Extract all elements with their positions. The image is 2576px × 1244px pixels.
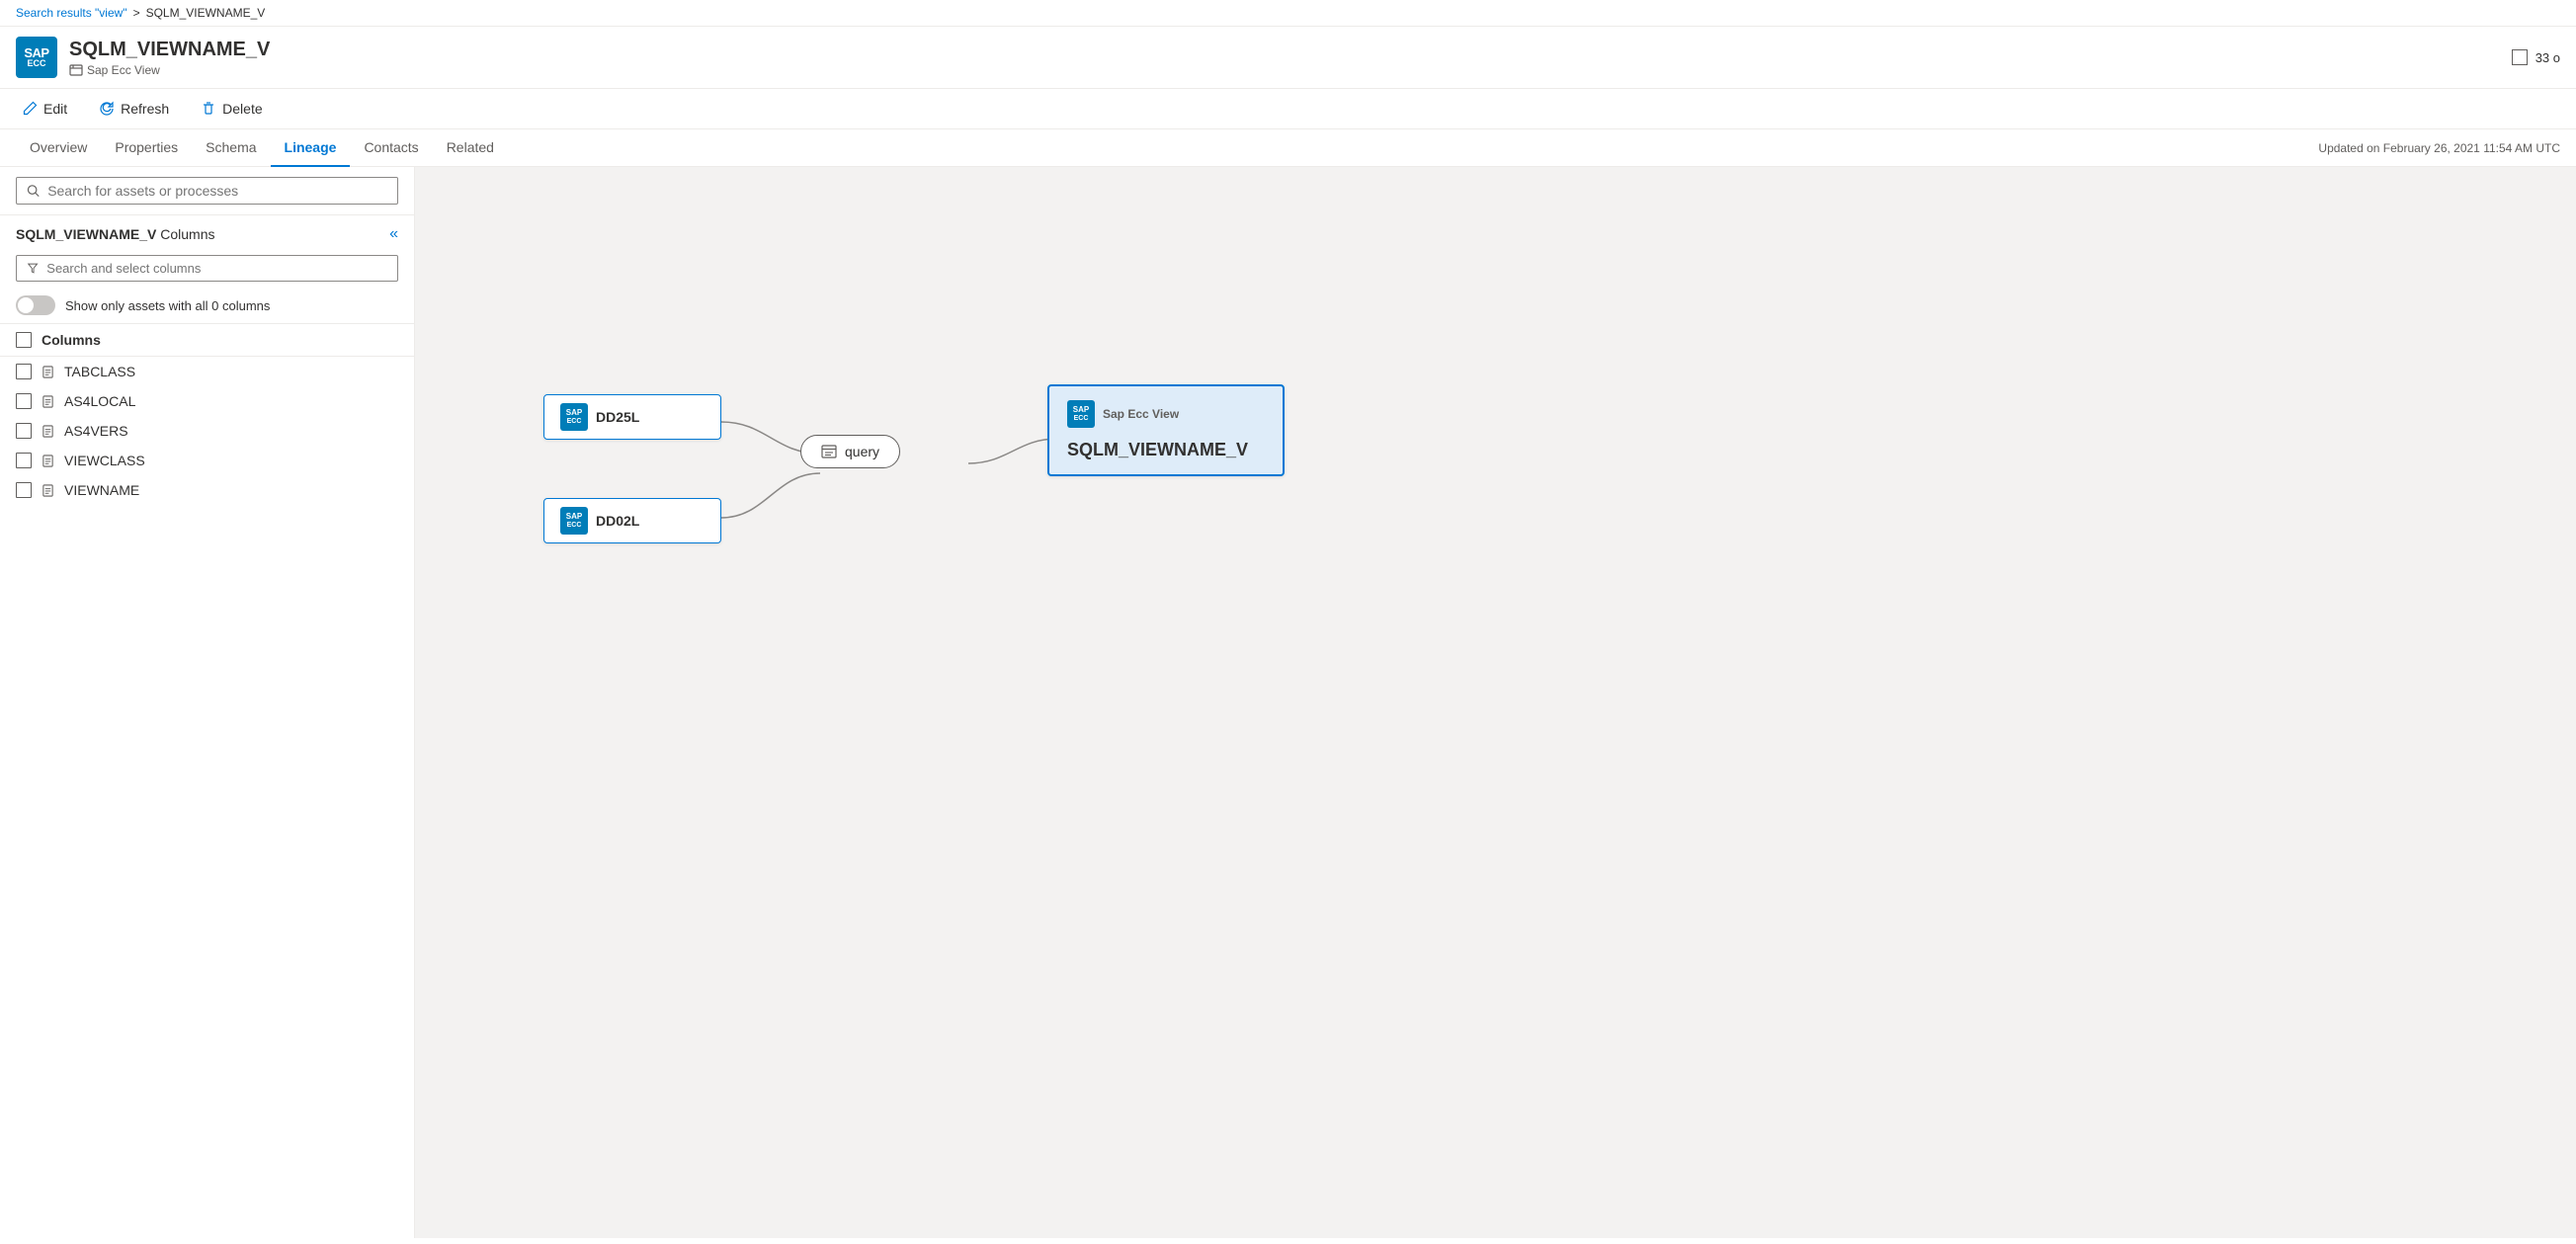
col-name-as4local: AS4LOCAL [64, 393, 135, 409]
edit-label: Edit [43, 101, 67, 117]
tabs-bar: Overview Properties Schema Lineage Conta… [0, 129, 2576, 167]
col-checkbox-as4local[interactable] [16, 393, 32, 409]
col-items-container: TABCLASS AS4LOCAL AS4VERS [0, 357, 414, 505]
tab-lineage[interactable]: Lineage [271, 129, 351, 167]
asset-title: SQLM_VIEWNAME_V [69, 39, 2500, 61]
delete-label: Delete [222, 101, 262, 117]
delete-icon [201, 101, 216, 117]
view-icon [69, 63, 83, 77]
breadcrumb-link[interactable]: Search results "view" [16, 6, 127, 20]
col-search-input[interactable] [46, 261, 387, 276]
node-dd25l[interactable]: SAP ECC DD25L [543, 394, 721, 440]
breadcrumb: Search results "view" > SQLM_VIEWNAME_V [0, 0, 2576, 27]
tab-properties[interactable]: Properties [101, 129, 192, 167]
col-item-viewclass[interactable]: VIEWCLASS [0, 446, 414, 475]
columns-select-all-checkbox[interactable] [16, 332, 32, 348]
lineage-svg [415, 167, 2576, 1238]
col-checkbox-tabclass[interactable] [16, 364, 32, 379]
tab-schema[interactable]: Schema [192, 129, 270, 167]
col-search-icon [27, 262, 39, 275]
edit-button[interactable]: Edit [16, 97, 73, 121]
col-item-as4local[interactable]: AS4LOCAL [0, 386, 414, 416]
columns-panel: SQLM_VIEWNAME_V Columns « Show only asse… [0, 215, 414, 1238]
col-icon-as4vers [42, 425, 54, 438]
collapse-button[interactable]: « [389, 225, 398, 243]
col-icon-viewclass [42, 455, 54, 467]
col-search-inner [16, 255, 398, 282]
dd25l-sap-icon: SAP ECC [560, 403, 588, 431]
query-icon [821, 444, 837, 459]
dd25l-label: DD25L [596, 409, 639, 425]
dd02l-label: DD02L [596, 513, 639, 529]
col-item-as4vers[interactable]: AS4VERS [0, 416, 414, 446]
col-list-header: Columns [0, 323, 414, 357]
toggle-label: Show only assets with all 0 columns [65, 298, 270, 313]
asset-search-input[interactable] [47, 183, 387, 199]
logo-ecc-text: ECC [27, 59, 45, 68]
columns-panel-title-normal: Columns [160, 226, 214, 242]
refresh-button[interactable]: Refresh [93, 97, 175, 121]
edit-icon [22, 101, 38, 117]
toggle-row: Show only assets with all 0 columns [0, 288, 414, 323]
target-header: SAP ECC Sap Ecc View [1067, 400, 1179, 428]
col-checkbox-as4vers[interactable] [16, 423, 32, 439]
breadcrumb-current: SQLM_VIEWNAME_V [146, 6, 266, 20]
asset-type: Sap Ecc View [87, 63, 160, 77]
columns-header-label: Columns [42, 332, 101, 348]
columns-panel-title-bold: SQLM_VIEWNAME_V [16, 226, 156, 242]
toolbar: Edit Refresh Delete [0, 89, 2576, 129]
col-search-wrapper [0, 249, 414, 288]
col-name-tabclass: TABCLASS [64, 364, 135, 379]
col-icon-as4local [42, 395, 54, 408]
dd02l-sap-icon: SAP ECC [560, 507, 588, 535]
refresh-icon [99, 101, 115, 117]
col-name-viewclass: VIEWCLASS [64, 453, 145, 468]
header-count: 33 o [2535, 50, 2560, 65]
col-checkbox-viewclass[interactable] [16, 453, 32, 468]
col-icon-tabclass [42, 366, 54, 378]
col-name-as4vers: AS4VERS [64, 423, 128, 439]
tab-related[interactable]: Related [433, 129, 508, 167]
header-right: 33 o [2512, 49, 2560, 65]
target-title: SQLM_VIEWNAME_V [1067, 440, 1248, 460]
search-icon [27, 184, 40, 198]
header-checkbox[interactable] [2512, 49, 2528, 65]
delete-button[interactable]: Delete [195, 97, 268, 121]
node-target[interactable]: SAP ECC Sap Ecc View SQLM_VIEWNAME_V [1047, 384, 1285, 476]
asset-subtitle: Sap Ecc View [69, 63, 2500, 77]
query-label: query [845, 444, 879, 459]
asset-search-outer [16, 177, 398, 205]
node-dd02l[interactable]: SAP ECC DD02L [543, 498, 721, 543]
sap-logo: SAP ECC [16, 37, 57, 78]
asset-search-wrapper [0, 167, 414, 215]
col-icon-viewname [42, 484, 54, 497]
tabs-updated: Updated on February 26, 2021 11:54 AM UT… [2318, 141, 2560, 155]
main-area: SQLM_VIEWNAME_V Columns « Show only asse… [0, 167, 2576, 1238]
toggle-switch[interactable] [16, 295, 55, 315]
col-item-tabclass[interactable]: TABCLASS [0, 357, 414, 386]
tab-overview[interactable]: Overview [16, 129, 101, 167]
tab-contacts[interactable]: Contacts [350, 129, 432, 167]
breadcrumb-separator: > [133, 6, 140, 20]
col-item-viewname[interactable]: VIEWNAME [0, 475, 414, 505]
col-checkbox-viewname[interactable] [16, 482, 32, 498]
target-sap-icon: SAP ECC [1067, 400, 1095, 428]
canvas-area: SAP ECC DD25L SAP ECC DD02L query [415, 167, 2576, 1238]
refresh-label: Refresh [121, 101, 169, 117]
target-subtitle: Sap Ecc View [1103, 407, 1179, 421]
asset-title-block: SQLM_VIEWNAME_V Sap Ecc View [69, 39, 2500, 77]
left-panel: SQLM_VIEWNAME_V Columns « Show only asse… [0, 167, 415, 1238]
node-query[interactable]: query [800, 435, 900, 468]
columns-panel-header: SQLM_VIEWNAME_V Columns « [0, 215, 414, 249]
asset-header: SAP ECC SQLM_VIEWNAME_V Sap Ecc View 33 … [0, 27, 2576, 89]
col-name-viewname: VIEWNAME [64, 482, 139, 498]
columns-panel-title: SQLM_VIEWNAME_V Columns [16, 226, 215, 242]
